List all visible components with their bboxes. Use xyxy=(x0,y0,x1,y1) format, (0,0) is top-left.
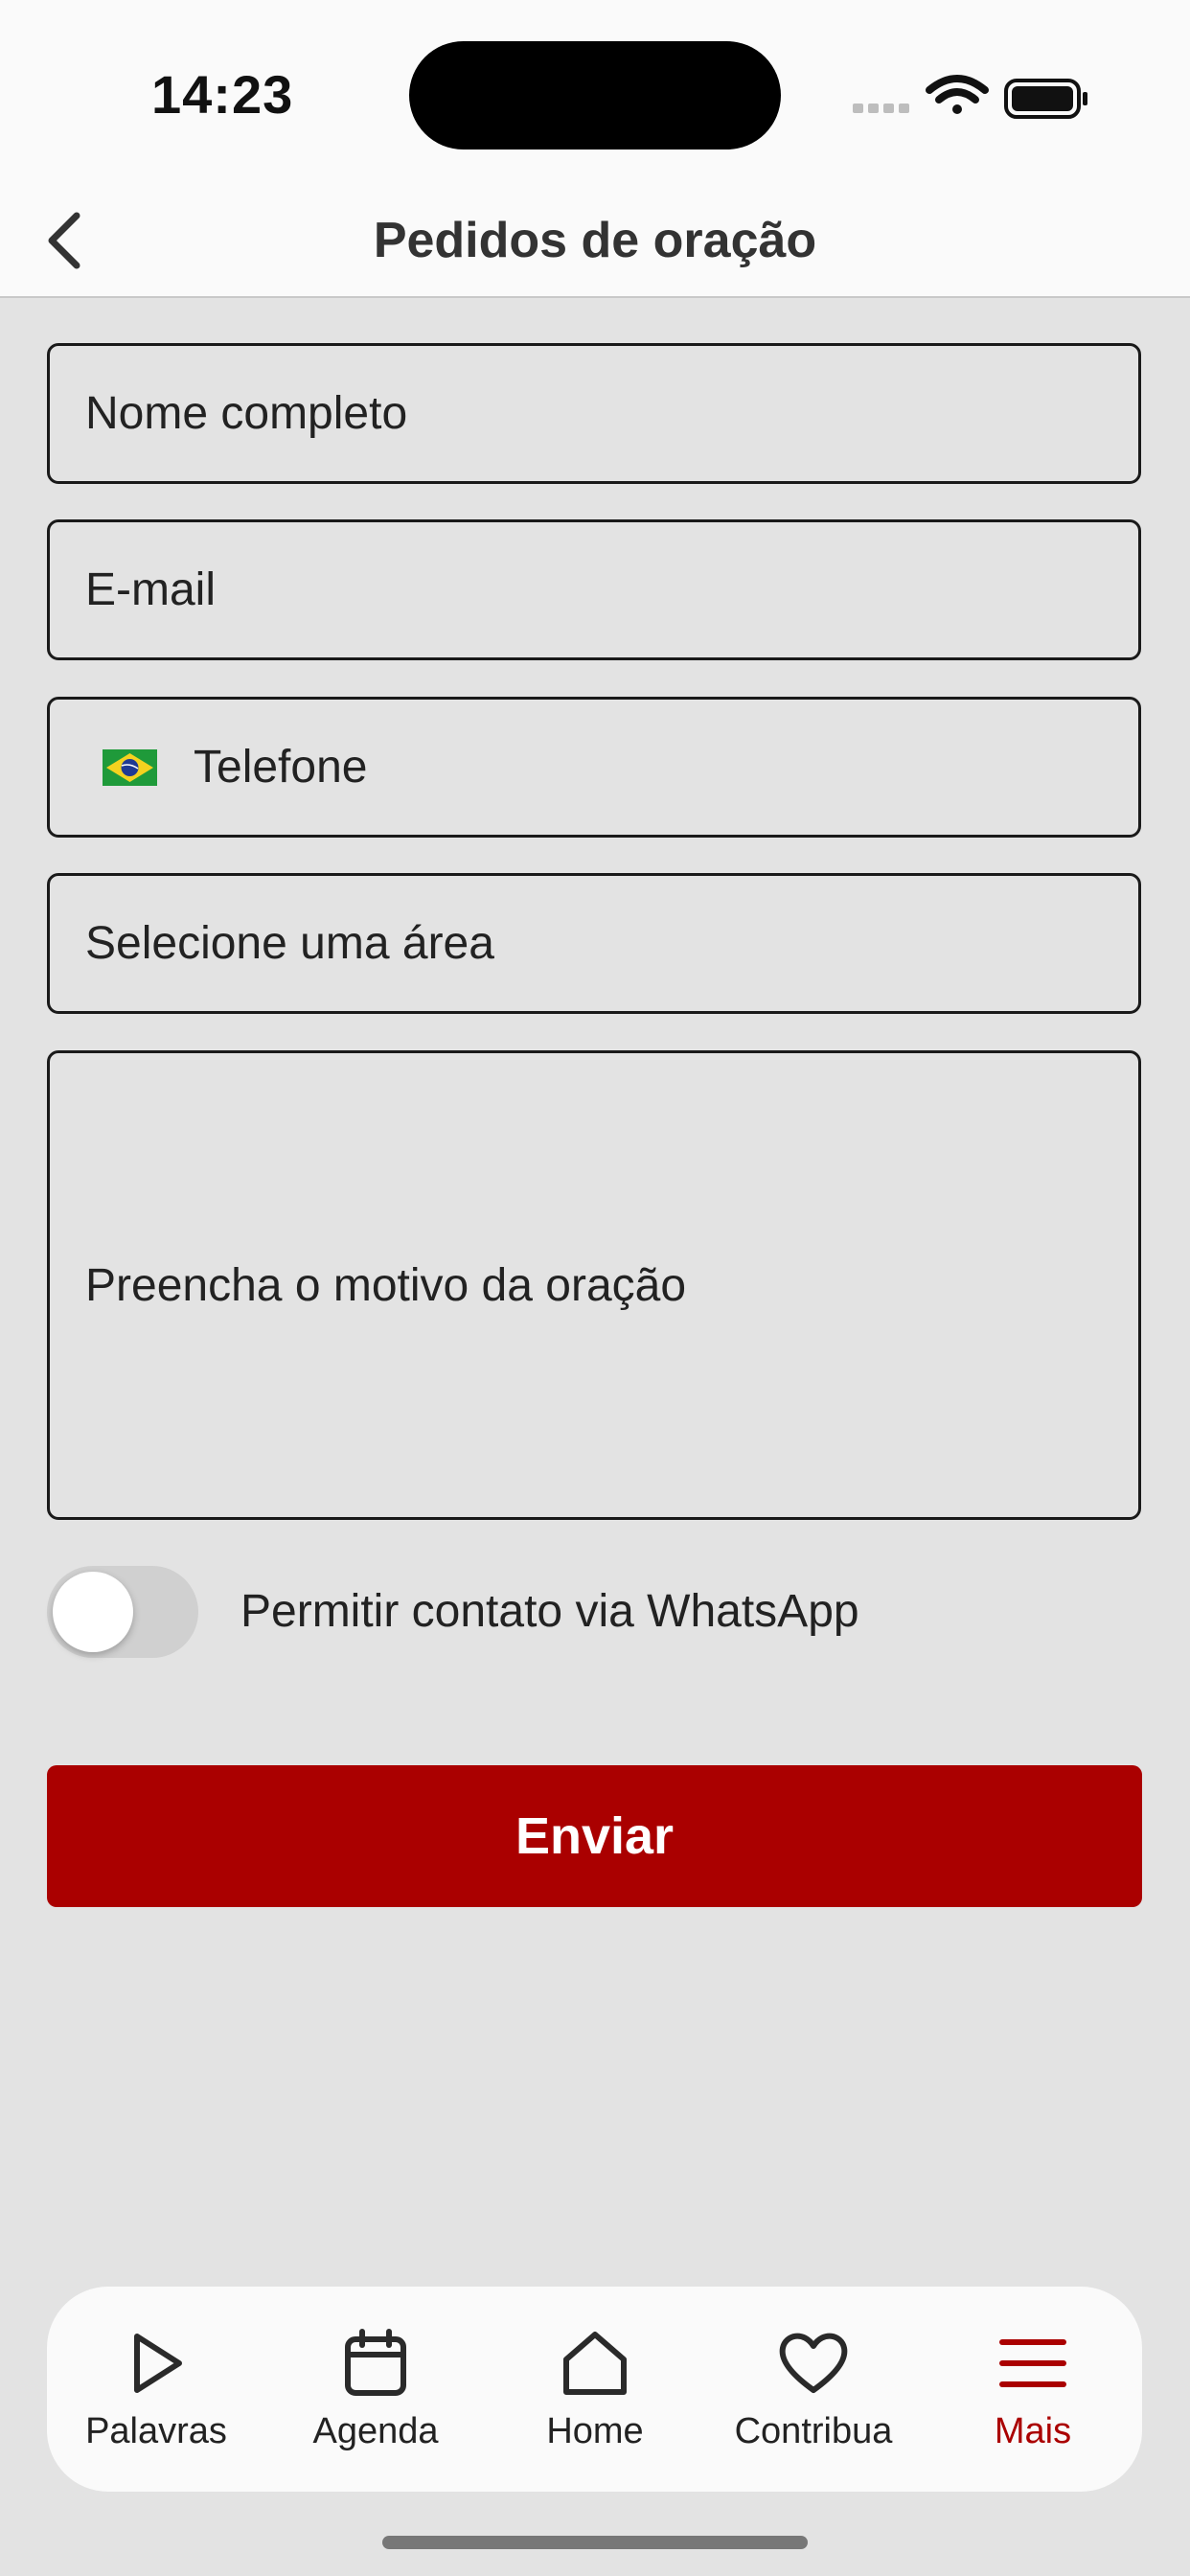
status-bar: 14:23 xyxy=(0,0,1190,187)
whatsapp-toggle[interactable] xyxy=(47,1566,198,1658)
tab-bar: Palavras Agenda Home Contribua Mais xyxy=(47,2287,1142,2492)
cellular-signal-icon xyxy=(853,104,909,113)
heart-icon xyxy=(779,2333,848,2393)
tab-mais[interactable]: Mais xyxy=(937,2287,1129,2492)
brazil-flag-icon[interactable] xyxy=(103,748,157,786)
tab-palavras[interactable]: Palavras xyxy=(60,2287,252,2492)
tab-label-mais: Mais xyxy=(994,2411,1072,2451)
tab-agenda[interactable]: Agenda xyxy=(280,2287,471,2492)
status-time: 14:23 xyxy=(151,64,294,125)
email-input[interactable]: E-mail xyxy=(47,519,1141,660)
home-icon xyxy=(563,2332,627,2395)
menu-icon xyxy=(999,2339,1066,2387)
email-placeholder: E-mail xyxy=(85,564,217,615)
nav-bar: Pedidos de oração xyxy=(0,187,1190,298)
home-indicator xyxy=(382,2536,808,2549)
tab-contribua[interactable]: Contribua xyxy=(718,2287,909,2492)
battery-icon xyxy=(1004,79,1087,119)
toggle-knob xyxy=(53,1572,133,1652)
phone-input[interactable]: Telefone xyxy=(47,697,1141,838)
tab-label-home: Home xyxy=(546,2411,644,2451)
page-title: Pedidos de oração xyxy=(373,213,817,268)
dynamic-island xyxy=(409,41,781,150)
area-select[interactable]: Selecione uma área xyxy=(47,873,1141,1014)
submit-button[interactable]: Enviar xyxy=(47,1765,1142,1907)
full-name-input[interactable]: Nome completo xyxy=(47,343,1141,484)
tab-home[interactable]: Home xyxy=(499,2287,691,2492)
calendar-icon xyxy=(345,2329,406,2396)
tab-label-contribua: Contribua xyxy=(734,2411,893,2451)
status-icons xyxy=(853,75,1087,119)
full-name-placeholder: Nome completo xyxy=(85,388,408,439)
prayer-reason-placeholder: Preencha o motivo da oração xyxy=(85,1259,687,1311)
area-placeholder: Selecione uma área xyxy=(85,918,494,969)
tab-label-agenda: Agenda xyxy=(312,2411,439,2451)
wifi-icon xyxy=(926,75,989,114)
whatsapp-toggle-label: Permitir contato via WhatsApp xyxy=(240,1586,859,1637)
play-icon xyxy=(134,2334,182,2393)
phone-placeholder: Telefone xyxy=(194,742,368,793)
prayer-reason-textarea[interactable]: Preencha o motivo da oração xyxy=(47,1050,1141,1520)
tab-label-palavras: Palavras xyxy=(85,2411,227,2451)
